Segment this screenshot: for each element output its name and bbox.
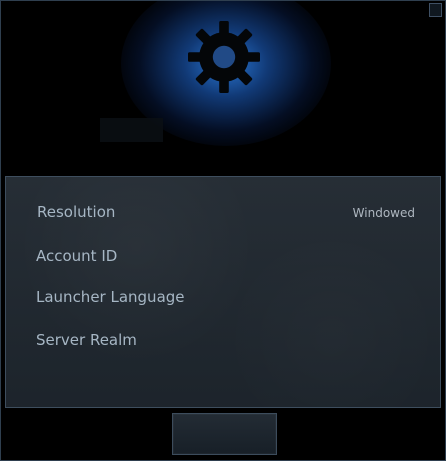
resolution-value[interactable]: Windowed — [353, 207, 415, 219]
setting-resolution-label: Resolution — [37, 203, 116, 221]
close-button[interactable] — [429, 3, 442, 17]
header-shadow-block — [100, 118, 163, 142]
launcher-window: Resolution Windowed Account ID Launcher … — [0, 0, 446, 461]
confirm-button[interactable] — [172, 413, 277, 455]
setting-launcher-language-label: Launcher Language — [36, 288, 185, 306]
setting-launcher-language[interactable]: Launcher Language — [36, 290, 185, 305]
gear-icon — [188, 21, 260, 93]
setting-server-realm[interactable]: Server Realm — [36, 333, 137, 348]
settings-panel: Resolution Windowed Account ID Launcher … — [5, 176, 441, 408]
setting-server-realm-label: Server Realm — [36, 331, 137, 349]
setting-account-id-label: Account ID — [36, 247, 118, 265]
setting-account-id[interactable]: Account ID — [36, 249, 117, 264]
setting-resolution[interactable]: Resolution — [37, 205, 115, 220]
